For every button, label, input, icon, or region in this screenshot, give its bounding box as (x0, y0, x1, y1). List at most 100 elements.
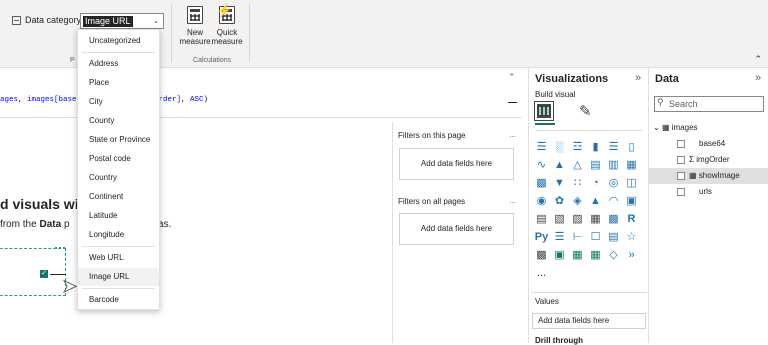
power-apps-icon[interactable]: ▣ (551, 246, 568, 264)
dropdown-item-county[interactable]: County (78, 112, 159, 130)
values-label: Values (535, 297, 559, 306)
all-pages-filter-drop-zone[interactable]: Add data fields here (399, 213, 514, 245)
quick-measure-button[interactable]: ⚡ Quick measure (209, 3, 245, 46)
dropdown-item-barcode[interactable]: Barcode (78, 291, 159, 309)
clustered-column-chart-icon[interactable]: ▮ (587, 138, 604, 156)
custom-visual-icon[interactable]: ▦ (587, 246, 604, 264)
stacked-column-chart-icon[interactable]: ░ (551, 138, 568, 156)
clustered-bar-chart-icon[interactable]: ☲ (569, 138, 586, 156)
power-automate-icon[interactable]: ▦ (569, 246, 586, 264)
donut-chart-icon[interactable]: ◎ (605, 174, 622, 192)
table-icon[interactable]: ▦ (587, 210, 604, 228)
shape-map-icon[interactable]: ◈ (569, 192, 586, 210)
diamond-visual-icon[interactable]: ◇ (605, 246, 622, 264)
dropdown-item-longitude[interactable]: Longitude (78, 226, 159, 244)
100-stacked-bar-chart-icon[interactable]: ☰ (605, 138, 622, 156)
pie-chart-icon[interactable]: ◔ (587, 174, 604, 192)
dropdown-item-image-url[interactable]: Image URL (78, 268, 159, 286)
gauge-icon[interactable]: ◠ (605, 192, 622, 210)
goals-icon[interactable]: ☆ (623, 228, 640, 246)
python-visual-icon[interactable]: Py (533, 228, 550, 246)
chevron-down-icon: ⌄ (653, 123, 660, 132)
data-category-select[interactable]: Image URL ⌄ (80, 13, 164, 29)
multi-row-card-icon[interactable]: ▤ (533, 210, 550, 228)
data-category-label: Data category (12, 15, 81, 25)
lightning-icon: ⚡ (216, 3, 233, 18)
values-drop-zone[interactable]: Add data fields here (532, 313, 646, 329)
smart-narrative-icon[interactable]: ▤ (605, 228, 622, 246)
waterfall-chart-icon[interactable]: ▩ (533, 174, 550, 192)
dropdown-item-city[interactable]: City (78, 93, 159, 111)
paginated-report-icon[interactable]: ▩ (533, 246, 550, 264)
checkbox[interactable] (677, 171, 685, 180)
dropdown-item-continent[interactable]: Continent (78, 188, 159, 206)
funnel-chart-icon[interactable]: ▼ (551, 174, 568, 192)
treemap-icon[interactable]: ◫ (623, 174, 640, 192)
page-filter-drop-zone[interactable]: Add data fields here (399, 148, 514, 180)
azure-map-icon[interactable]: ▲ (587, 192, 604, 210)
decomposition-tree-icon[interactable]: ⊢ (569, 228, 586, 246)
checkbox[interactable] (677, 155, 685, 164)
table-images[interactable]: ⌄ ▦ images (649, 120, 768, 136)
chevron-visual-icon[interactable]: » (623, 246, 640, 264)
field-imgorder[interactable]: Σ imgOrder (649, 152, 768, 168)
stacked-area-chart-icon[interactable]: △ (569, 156, 586, 174)
dropdown-item-postal-code[interactable]: Postal code (78, 150, 159, 168)
drill-through-heading: Drill through (535, 336, 583, 345)
slicer-icon[interactable]: ▨ (569, 210, 586, 228)
line-chart-icon[interactable]: ∿ (533, 156, 550, 174)
dropdown-item-place[interactable]: Place (78, 74, 159, 92)
dropdown-item-latitude[interactable]: Latitude (78, 207, 159, 225)
dropdown-item-country[interactable]: Country (78, 169, 159, 187)
new-measure-button[interactable]: New measure (177, 6, 213, 46)
r-visual-icon[interactable]: R (623, 210, 640, 228)
card-icon[interactable]: ▣ (623, 192, 640, 210)
build-visual-tab-icon[interactable] (534, 101, 554, 121)
more-visuals-icon[interactable]: ... (533, 264, 550, 282)
data-title: Data (655, 73, 679, 85)
filters-pane: Filters on this page ... Add data fields… (392, 122, 522, 343)
collapse-ribbon-icon[interactable]: ⌃ (754, 54, 762, 65)
active-tab-underline (535, 123, 555, 125)
checkbox-icon: ✓ (40, 270, 48, 278)
qna-icon[interactable]: ☐ (587, 228, 604, 246)
dropdown-item-web-url[interactable]: Web URL (78, 249, 159, 267)
ribbon-chart-icon[interactable]: ▦ (623, 156, 640, 174)
line-and-column-chart-icon[interactable]: ▤ (587, 156, 604, 174)
dropdown-item-address[interactable]: Address (78, 55, 159, 73)
checkbox[interactable] (677, 187, 685, 196)
stacked-bar-chart-icon[interactable]: ☰ (533, 138, 550, 156)
more-options-icon[interactable]: ... (509, 130, 516, 139)
format-visual-tab-icon[interactable]: ✎ (579, 102, 592, 120)
dropdown-item-uncategorized[interactable]: Uncategorized (78, 32, 159, 50)
line-and-clustered-column-icon[interactable]: ▥ (605, 156, 622, 174)
field-showimage[interactable]: ▦ showImage (649, 168, 768, 184)
more-options-icon[interactable]: ... (509, 196, 516, 205)
properties-group-label: P (70, 57, 75, 64)
chevron-double-right-icon[interactable]: » (755, 72, 761, 84)
scatter-chart-icon[interactable]: ∷ (569, 174, 586, 192)
matrix-icon[interactable]: ▩ (605, 210, 622, 228)
chevron-double-right-icon[interactable]: » (635, 72, 641, 84)
area-chart-icon[interactable]: ▲ (551, 156, 568, 174)
checkbox[interactable] (677, 139, 685, 148)
kpi-icon[interactable]: ▧ (551, 210, 568, 228)
data-category-dropdown: Uncategorized Address Place City County … (77, 29, 160, 310)
minimize-icon[interactable] (508, 102, 517, 103)
divider (535, 130, 643, 131)
ribbon-separator (249, 4, 250, 62)
data-category-icon (12, 15, 21, 25)
key-influencers-icon[interactable]: ☰ (551, 228, 568, 246)
measure-table-icon: ▦ (689, 171, 697, 180)
quick-measure-icon: ⚡ (216, 3, 235, 24)
field-base64[interactable]: base64 (649, 136, 768, 152)
visualizations-title: Visualizations (535, 73, 609, 85)
field-urls[interactable]: urls (649, 184, 768, 200)
map-icon[interactable]: ◉ (533, 192, 550, 210)
dropdown-item-state[interactable]: State or Province (78, 131, 159, 149)
search-input[interactable]: Search (654, 96, 764, 112)
100-stacked-column-chart-icon[interactable]: ▯ (623, 138, 640, 156)
chevron-up-icon[interactable]: ⌃ (508, 72, 516, 83)
drag-illustration (0, 247, 66, 296)
filled-map-icon[interactable]: ✿ (551, 192, 568, 210)
